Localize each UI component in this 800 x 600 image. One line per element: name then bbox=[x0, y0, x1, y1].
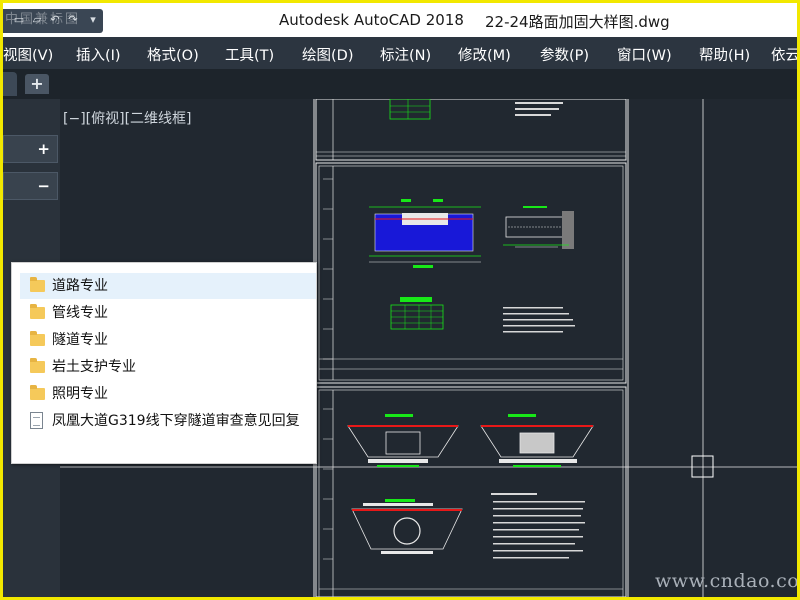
menu-help[interactable]: 帮助(H) bbox=[699, 44, 750, 65]
app-title: Autodesk AutoCAD 2018 bbox=[279, 11, 464, 29]
drawing-area[interactable]: + − [−][俯视][二维线框] 道路专业 管线专业 隧道专业 岩土支护专业 bbox=[3, 99, 797, 597]
item-name: 凤凰大道G319线下穿隧道审查意见回复 bbox=[52, 413, 300, 429]
menu-dimension[interactable]: 标注(N) bbox=[380, 44, 431, 65]
chevron-down-icon[interactable]: ▾ bbox=[87, 14, 99, 26]
file-tab[interactable] bbox=[3, 72, 17, 96]
open-icon[interactable]: ▱ bbox=[31, 14, 43, 26]
app-window: 中国兼标图 ▭ ▱ ↶ ↷ ▾ Autodesk AutoCAD 2018 22… bbox=[3, 3, 797, 597]
folder-icon bbox=[30, 358, 45, 373]
list-item[interactable]: 道路专业 bbox=[20, 273, 316, 299]
file-list-popup: 道路专业 管线专业 隧道专业 岩土支护专业 照明专业 凤凰大道G319线下穿隧道… bbox=[11, 262, 317, 464]
file-tab-strip: + bbox=[3, 69, 797, 99]
list-item[interactable]: 隧道专业 bbox=[20, 327, 316, 353]
item-name: 管线专业 bbox=[52, 305, 108, 321]
collapse-panel-button[interactable]: − bbox=[3, 172, 58, 200]
item-name: 岩土支护专业 bbox=[52, 359, 136, 375]
document-icon bbox=[30, 412, 43, 429]
menu-insert[interactable]: 插入(I) bbox=[76, 44, 121, 65]
file-title: 22-24路面加固大样图.dwg bbox=[485, 13, 670, 31]
folder-icon bbox=[30, 277, 45, 292]
folder-icon bbox=[30, 331, 45, 346]
item-name: 照明专业 bbox=[52, 386, 108, 402]
redo-icon[interactable]: ↷ bbox=[67, 14, 79, 26]
site-watermark: www.cndao.com bbox=[655, 570, 797, 592]
menu-bar: 视图(V) 插入(I) 格式(O) 工具(T) 绘图(D) 标注(N) 修改(M… bbox=[3, 37, 797, 69]
folder-icon bbox=[30, 304, 45, 319]
list-item[interactable]: 凤凰大道G319线下穿隧道审查意见回复 bbox=[20, 408, 316, 434]
title-bar: 中国兼标图 ▭ ▱ ↶ ↷ ▾ Autodesk AutoCAD 2018 22… bbox=[3, 3, 797, 37]
folder-icon bbox=[30, 385, 45, 400]
viewport-label[interactable]: [−][俯视][二维线框] bbox=[63, 108, 192, 128]
undo-icon[interactable]: ↶ bbox=[49, 14, 61, 26]
list-item[interactable]: 照明专业 bbox=[20, 381, 316, 407]
list-item[interactable]: 管线专业 bbox=[20, 300, 316, 326]
menu-extra[interactable]: 依云 bbox=[771, 44, 797, 65]
menu-tools[interactable]: 工具(T) bbox=[225, 44, 274, 65]
item-name: 道路专业 bbox=[52, 278, 108, 294]
menu-draw[interactable]: 绘图(D) bbox=[302, 44, 353, 65]
list-item[interactable]: 岩土支护专业 bbox=[20, 354, 316, 380]
new-file-icon[interactable]: ▭ bbox=[13, 14, 25, 26]
expand-panel-button[interactable]: + bbox=[3, 135, 58, 163]
item-name: 隧道专业 bbox=[52, 332, 108, 348]
menu-view[interactable]: 视图(V) bbox=[3, 44, 53, 65]
menu-window[interactable]: 窗口(W) bbox=[617, 44, 672, 65]
menu-format[interactable]: 格式(O) bbox=[147, 44, 199, 65]
quick-access-toolbar[interactable]: 中国兼标图 ▭ ▱ ↶ ↷ ▾ bbox=[3, 9, 103, 33]
menu-parameter[interactable]: 参数(P) bbox=[540, 44, 589, 65]
menu-modify[interactable]: 修改(M) bbox=[458, 44, 511, 65]
add-tab-button[interactable]: + bbox=[25, 74, 49, 94]
